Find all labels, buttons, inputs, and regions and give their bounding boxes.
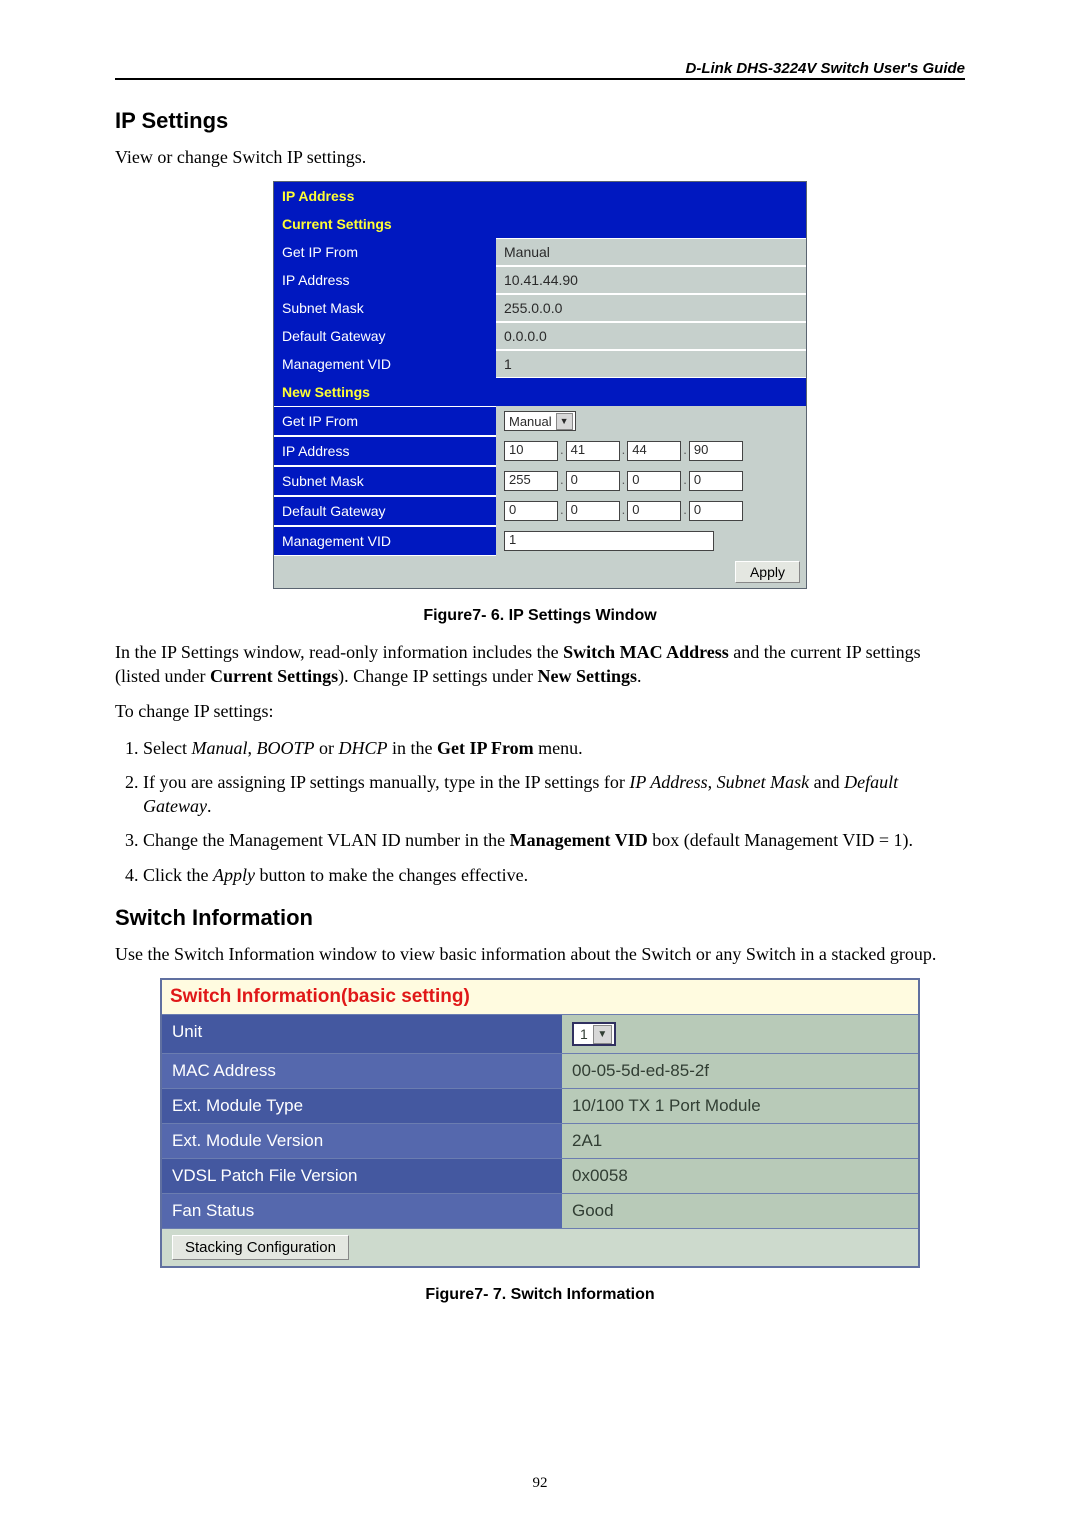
gw-octet-1[interactable]: 0 [504,501,558,521]
step-3: Change the Management VLAN ID number in … [143,828,965,852]
label-get-ip-from-new: Get IP From [274,407,496,435]
get-ip-from-select[interactable]: Manual ▼ [504,411,576,431]
value-ext-module-type: 10/100 TX 1 Port Module [562,1088,918,1123]
ip-settings-body-1: In the IP Settings window, read-only inf… [115,641,965,688]
dot-icon: . [560,472,564,487]
subnet-mask-input-group: 255.0.0.0 [496,466,806,496]
label-default-gateway: Default Gateway [274,322,496,350]
ip-octet-1[interactable]: 10 [504,441,558,461]
ip-address-panel: IP Address Current Settings Get IP FromM… [273,181,807,589]
switch-information-intro: Use the Switch Information window to vie… [115,943,965,966]
ip-settings-body-2: To change IP settings: [115,700,965,723]
label-ip-address-new: IP Address [274,437,496,465]
step-1: Select Manual, BOOTP or DHCP in the Get … [143,736,965,760]
dot-icon: . [560,502,564,517]
label-management-vid-new: Management VID [274,527,496,555]
value-fan-status: Good [562,1193,918,1228]
value-ip-address: 10.41.44.90 [496,267,806,293]
gateway-input-group: 0.0.0.0 [496,496,806,526]
chevron-down-icon: ▼ [556,413,573,430]
ip-octet-2[interactable]: 41 [566,441,620,461]
get-ip-from-select-value: Manual [509,414,552,429]
unit-select[interactable]: 1▼ [572,1022,616,1046]
value-subnet-mask: 255.0.0.0 [496,295,806,321]
page-header: D-Link DHS-3224V Switch User's Guide [115,60,965,80]
ip-octet-3[interactable]: 44 [627,441,681,461]
label-mac-address: MAC Address [162,1053,562,1088]
ip-octet-4[interactable]: 90 [689,441,743,461]
apply-button[interactable]: Apply [735,561,800,583]
mask-octet-1[interactable]: 255 [504,471,558,491]
value-management-vid: 1 [496,351,806,377]
apply-row: Apply [274,556,806,588]
label-default-gateway-new: Default Gateway [274,497,496,525]
figure-caption-7-6: Figure7- 6. IP Settings Window [115,607,965,625]
dot-icon: . [683,502,687,517]
label-ip-address: IP Address [274,266,496,294]
value-vdsl-patch-file-version: 0x0058 [562,1158,918,1193]
value-get-ip-from: Manual [496,239,806,265]
step-4: Click the Apply button to make the chang… [143,863,965,887]
new-settings-header: New Settings [274,378,806,406]
gw-octet-4[interactable]: 0 [689,501,743,521]
value-mac-address: 00-05-5d-ed-85-2f [562,1053,918,1088]
dot-icon: . [622,442,626,457]
gw-octet-3[interactable]: 0 [627,501,681,521]
dot-icon: . [560,442,564,457]
ip-settings-figure: IP Address Current Settings Get IP FromM… [115,181,965,625]
label-fan-status: Fan Status [162,1193,562,1228]
unit-select-value: 1 [580,1026,588,1042]
ip-settings-steps: Select Manual, BOOTP or DHCP in the Get … [115,736,965,887]
label-ext-module-version: Ext. Module Version [162,1123,562,1158]
stacking-row: Stacking Configuration [162,1228,918,1266]
label-get-ip-from: Get IP From [274,238,496,266]
stacking-configuration-button[interactable]: Stacking Configuration [172,1235,349,1260]
switch-information-heading: Switch Information [115,905,965,931]
dot-icon: . [683,442,687,457]
label-vdsl-patch-file-version: VDSL Patch File Version [162,1158,562,1193]
switch-information-title: Switch Information(basic setting) [162,980,918,1014]
switch-information-panel: Switch Information(basic setting) Unit 1… [160,978,920,1268]
page-number: 92 [0,1475,1080,1492]
mask-octet-2[interactable]: 0 [566,471,620,491]
label-subnet-mask: Subnet Mask [274,294,496,322]
dot-icon: . [683,472,687,487]
ip-settings-intro: View or change Switch IP settings. [115,146,965,169]
gw-octet-2[interactable]: 0 [566,501,620,521]
dot-icon: . [622,472,626,487]
mask-octet-3[interactable]: 0 [627,471,681,491]
mask-octet-4[interactable]: 0 [689,471,743,491]
label-ext-module-type: Ext. Module Type [162,1088,562,1123]
label-subnet-mask-new: Subnet Mask [274,467,496,495]
label-unit: Unit [162,1014,562,1053]
management-vid-input[interactable]: 1 [504,531,714,551]
value-ext-module-version: 2A1 [562,1123,918,1158]
ip-settings-heading: IP Settings [115,108,965,134]
dot-icon: . [622,502,626,517]
chevron-down-icon: ▼ [593,1025,612,1044]
value-default-gateway: 0.0.0.0 [496,323,806,349]
current-settings-header: Current Settings [274,210,806,238]
label-management-vid: Management VID [274,350,496,378]
figure-caption-7-7: Figure7- 7. Switch Information [115,1286,965,1304]
header-title: D-Link DHS-3224V Switch User's Guide [686,60,965,77]
switch-information-figure: Switch Information(basic setting) Unit 1… [115,978,965,1304]
ip-address-input-group: 10.41.44.90 [496,436,806,466]
panel-title: IP Address [274,182,806,210]
step-2: If you are assigning IP settings manuall… [143,770,965,819]
